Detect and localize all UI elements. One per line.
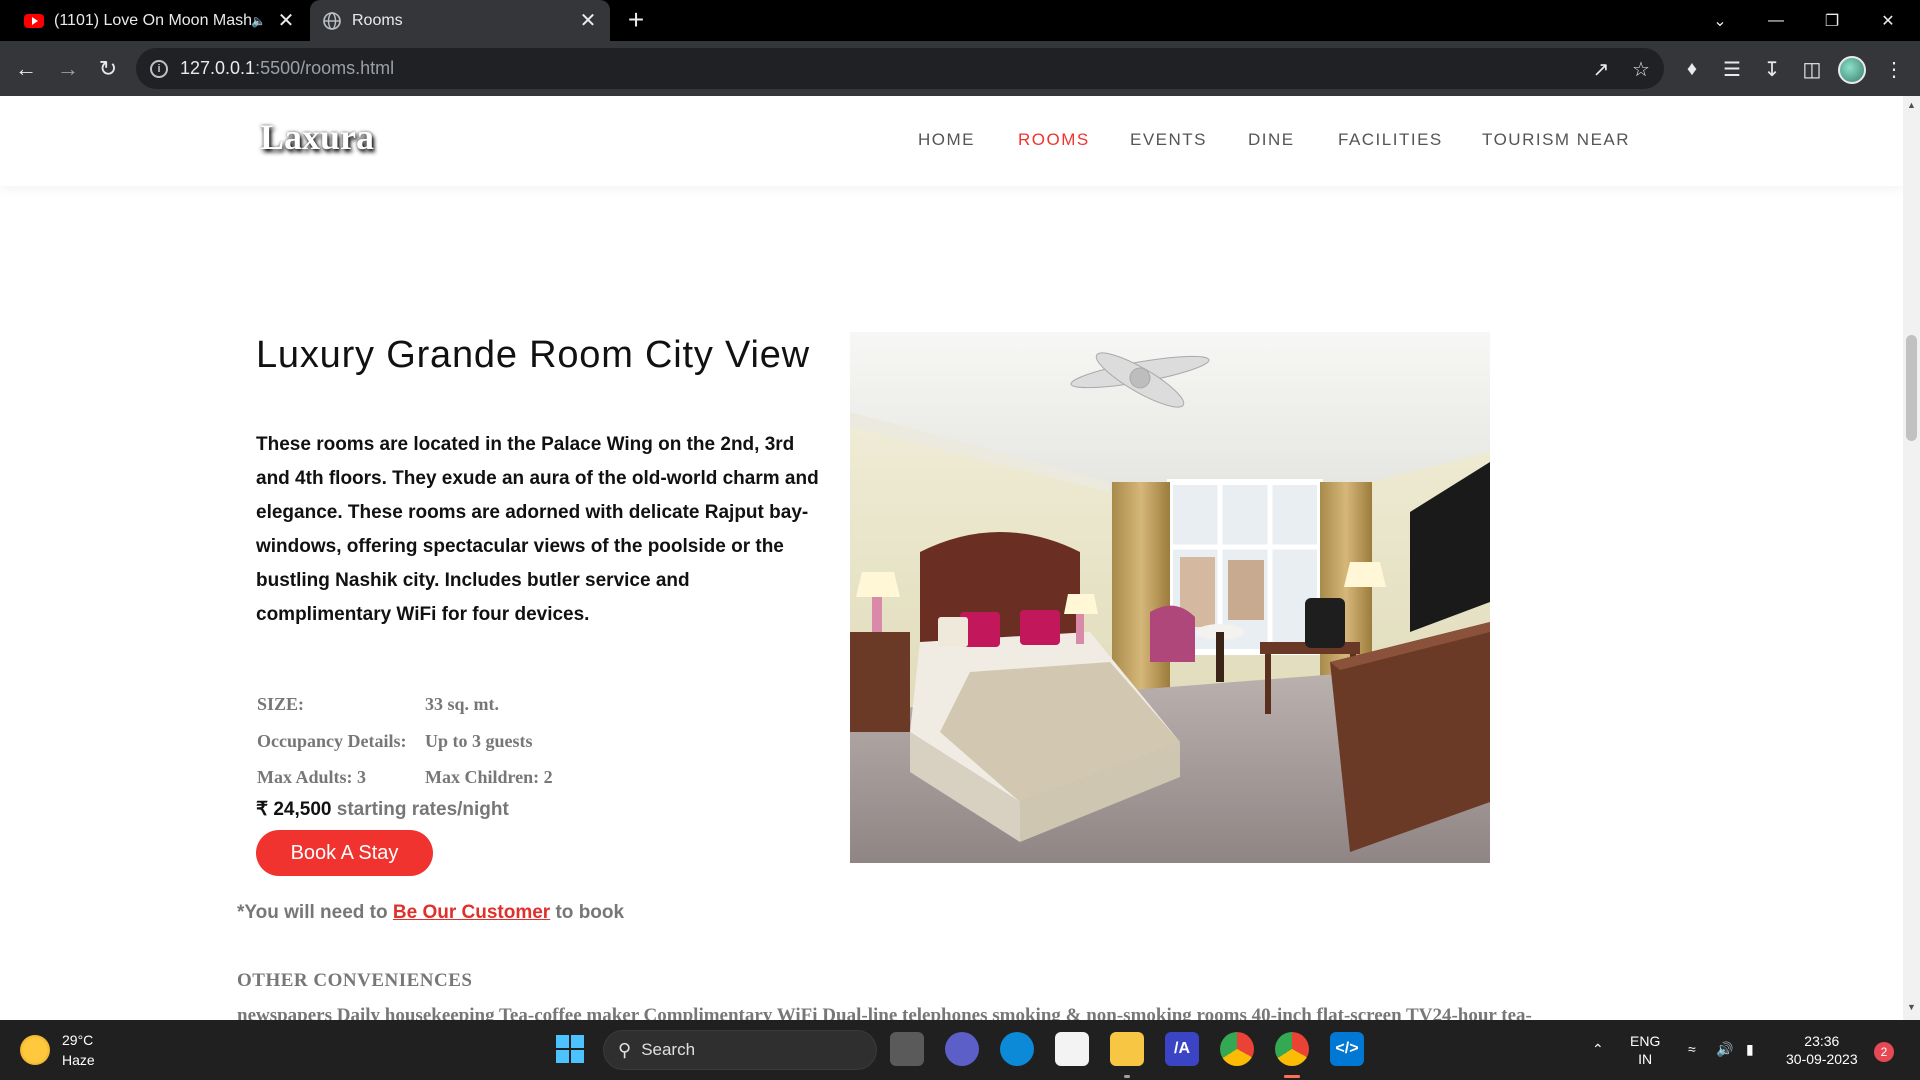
chrome-icon[interactable] — [1220, 1032, 1254, 1066]
windows-start-icon[interactable] — [553, 1032, 587, 1066]
chevron-up-icon[interactable]: ⌃ — [1592, 1040, 1604, 1058]
room-description: These rooms are located in the Palace Wi… — [256, 434, 819, 625]
room-photo — [850, 332, 1490, 863]
edge-icon[interactable] — [1000, 1032, 1034, 1066]
occupancy-value: Up to 3 guests — [425, 731, 533, 751]
profile-avatar[interactable] — [1838, 56, 1866, 84]
address-bar[interactable]: i 127.0.0.1:5500/rooms.html ↗ ☆ — [136, 48, 1664, 89]
max-children: Max Children: 2 — [425, 767, 553, 787]
teams-icon[interactable] — [945, 1032, 979, 1066]
close-tab-icon[interactable]: ✕ — [576, 9, 600, 33]
price-line: ₹ 24,500 starting rates/night — [256, 798, 509, 821]
site-logo[interactable]: Laxura — [260, 116, 374, 158]
volume-icon[interactable]: 🔊 — [1716, 1040, 1733, 1058]
scrollbar-thumb[interactable] — [1906, 335, 1917, 441]
nav-rooms[interactable]: ROOMS — [1018, 130, 1090, 150]
book-a-stay-button[interactable]: Book A Stay — [256, 830, 433, 876]
nav-facilities[interactable]: FACILITIES — [1338, 130, 1443, 150]
price-suffix: starting rates/night — [331, 799, 509, 820]
page-scrollbar[interactable]: ▲ ▼ — [1903, 96, 1920, 1020]
nav-dine[interactable]: DINE — [1248, 130, 1295, 150]
nav-tourism-near[interactable]: TOURISM NEAR — [1482, 130, 1630, 150]
scroll-down-icon[interactable]: ▼ — [1907, 1002, 1916, 1012]
page-viewport: Laxura HOME ROOMS EVENTS DINE FACILITIES… — [0, 96, 1903, 1020]
search-icon: ⚲ — [618, 1039, 632, 1060]
clock-time: 23:36 — [1804, 1033, 1840, 1049]
close-window-icon[interactable]: ✕ — [1860, 0, 1916, 41]
share-icon[interactable]: ↗ — [1590, 58, 1612, 81]
explorer-running-indicator — [1124, 1075, 1130, 1078]
wifi-icon[interactable]: ≈ — [1688, 1040, 1696, 1058]
site-info-icon[interactable]: i — [150, 59, 168, 78]
browser-toolbar: ← → ↻ i 127.0.0.1:5500/rooms.html ↗ ☆ ♦ … — [0, 41, 1920, 96]
nav-events[interactable]: EVENTS — [1130, 130, 1207, 150]
browser-tab-bar: (1101) Love On Moon Mash 🔈 ✕ Rooms ✕ + ⌄… — [0, 0, 1920, 41]
store-icon[interactable] — [1055, 1032, 1089, 1066]
restore-icon[interactable]: ❐ — [1804, 0, 1860, 41]
site-header: Laxura HOME ROOMS EVENTS DINE FACILITIES… — [0, 96, 1903, 186]
menu-kebab-icon[interactable]: ⋮ — [1878, 53, 1910, 85]
file-explorer-icon[interactable] — [1110, 1032, 1144, 1066]
minimize-icon[interactable]: — — [1748, 0, 1804, 41]
url-text[interactable]: 127.0.0.1:5500/rooms.html — [180, 58, 394, 79]
windows-taskbar: 29°C Haze ⚲ Search /A </> ⌃ ENG IN ≈ 🔊 ▮… — [0, 1020, 1920, 1080]
scroll-up-icon[interactable]: ▲ — [1907, 100, 1916, 110]
tab-rooms[interactable]: Rooms ✕ — [310, 0, 610, 41]
extensions-icon[interactable]: ♦ — [1676, 53, 1708, 85]
occupancy-label: Occupancy Details: — [257, 731, 407, 751]
language-indicator[interactable]: ENG IN — [1630, 1032, 1660, 1068]
weather-widget[interactable]: 29°C Haze — [20, 1030, 95, 1070]
other-conveniences-heading: OTHER CONVENIENCES — [237, 970, 473, 991]
clock[interactable]: 23:36 30-09-2023 — [1786, 1032, 1858, 1068]
booking-note: *You will need to Be Our Customer to boo… — [237, 902, 625, 923]
close-tab-icon[interactable]: ✕ — [274, 9, 298, 33]
max-adults: Max Adults: 3 — [257, 767, 367, 787]
room-title: Luxury Grande Room City View — [256, 334, 810, 376]
weather-condition: Haze — [62, 1052, 95, 1068]
globe-icon — [322, 11, 342, 31]
vivid-app-icon[interactable]: /A — [1165, 1032, 1199, 1066]
youtube-icon — [24, 11, 44, 31]
chrome-active-indicator — [1284, 1075, 1300, 1078]
bookmark-star-icon[interactable]: ☆ — [1630, 58, 1652, 81]
weather-temperature: 29°C — [62, 1032, 94, 1048]
media-control-icon[interactable]: ☰ — [1716, 53, 1748, 85]
speaker-icon[interactable]: 🔈 — [251, 14, 266, 28]
nav-home[interactable]: HOME — [918, 130, 975, 150]
size-value: 33 sq. mt. — [425, 694, 500, 714]
download-icon[interactable]: ↧ — [1756, 53, 1788, 85]
tab-search-icon[interactable]: ⌄ — [1692, 0, 1748, 41]
taskbar-search[interactable]: ⚲ Search — [603, 1030, 877, 1070]
new-tab-icon[interactable]: + — [620, 4, 652, 36]
price-amount: ₹ 24,500 — [256, 799, 332, 820]
tab-title: Rooms — [352, 11, 403, 29]
battery-icon[interactable]: ▮ — [1746, 1040, 1754, 1058]
weather-haze-icon — [20, 1035, 50, 1065]
be-our-customer-link[interactable]: Be Our Customer — [393, 902, 550, 923]
chrome-active-icon[interactable] — [1275, 1032, 1309, 1066]
size-label: SIZE: — [257, 694, 305, 714]
other-conveniences-list: newspapers Daily housekeeping Tea-coffee… — [237, 1005, 1532, 1020]
clock-date: 30-09-2023 — [1786, 1051, 1858, 1067]
tab-title: (1101) Love On Moon Mash — [54, 11, 252, 29]
forward-icon[interactable]: → — [52, 53, 84, 85]
vscode-icon[interactable]: </> — [1330, 1032, 1364, 1066]
notification-badge[interactable]: 2 — [1874, 1042, 1894, 1062]
tab-youtube[interactable]: (1101) Love On Moon Mash 🔈 ✕ — [12, 0, 308, 41]
search-placeholder: Search — [641, 1040, 696, 1059]
back-icon[interactable]: ← — [10, 53, 42, 85]
side-panel-icon[interactable]: ◫ — [1796, 53, 1828, 85]
task-view-icon[interactable] — [890, 1032, 924, 1066]
reload-icon[interactable]: ↻ — [92, 53, 124, 85]
